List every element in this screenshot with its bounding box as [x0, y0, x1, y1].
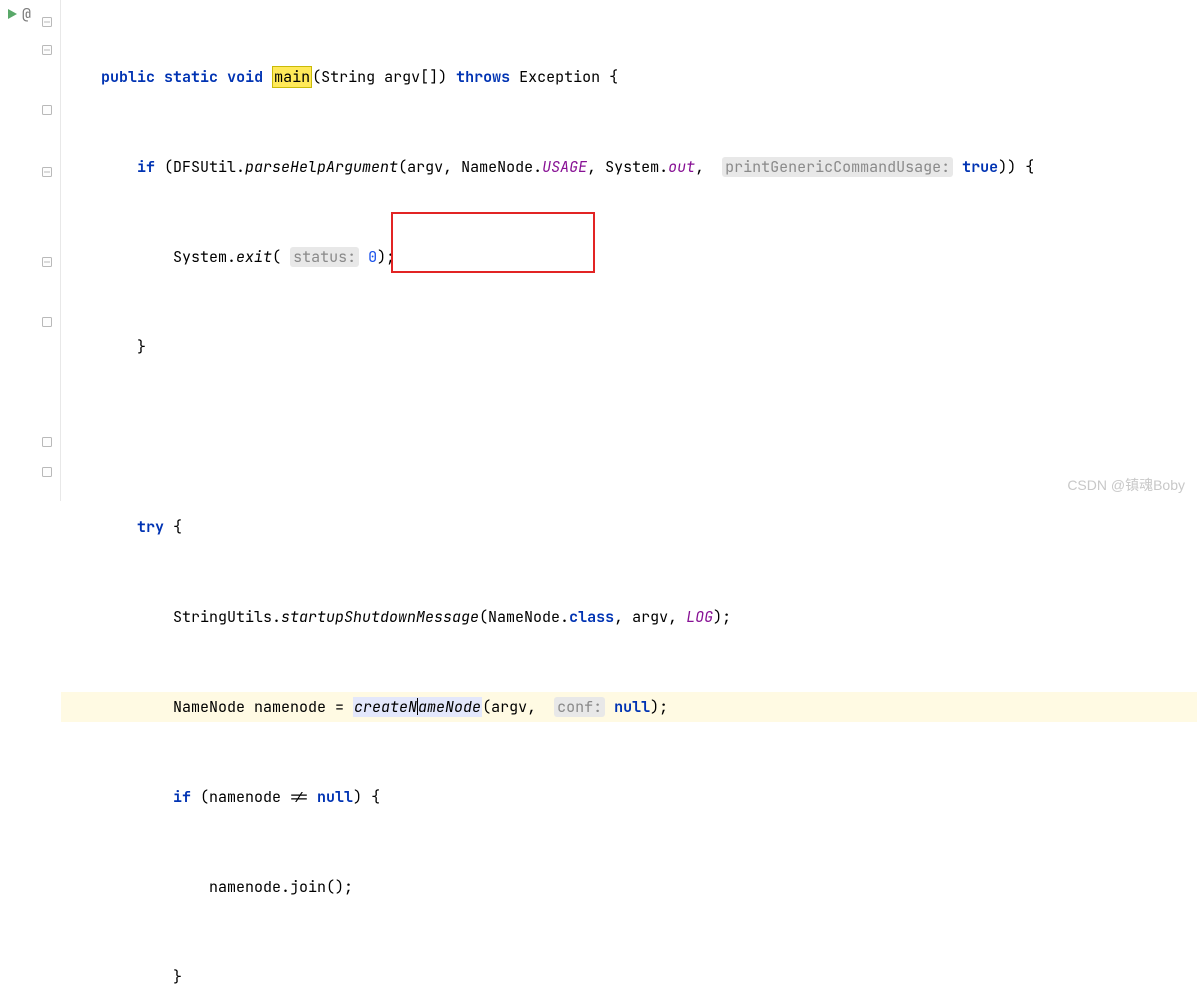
keyword: public: [101, 67, 155, 87]
keyword: throws: [456, 67, 510, 87]
fold-toggle-icon[interactable]: [42, 12, 56, 26]
brace: {: [164, 517, 182, 537]
text: (: [272, 247, 290, 267]
code-editor[interactable]: @ public static void main(String argv[])…: [0, 0, 1197, 501]
code-line[interactable]: public static void main(String argv[]) t…: [101, 62, 1197, 92]
text: )) {: [998, 157, 1034, 177]
keyword: try: [137, 517, 164, 537]
param-hint: status:: [290, 247, 359, 267]
code-line[interactable]: if (DFSUtil.parseHelpArgument(argv, Name…: [101, 152, 1197, 182]
text: System.: [173, 247, 236, 267]
text: Exception {: [510, 67, 618, 87]
gutter[interactable]: @: [0, 0, 61, 501]
watermark: CSDN @镇魂Boby: [1067, 475, 1185, 495]
text: , argv,: [614, 607, 686, 627]
code-line[interactable]: }: [101, 332, 1197, 362]
keyword: static: [164, 67, 218, 87]
code-area[interactable]: public static void main(String argv[]) t…: [61, 0, 1197, 501]
number: 0: [368, 247, 377, 267]
run-gutter-icon[interactable]: @: [6, 4, 31, 24]
code-line[interactable]: [101, 422, 1197, 452]
field-ref: out: [668, 157, 695, 177]
field-ref: LOG: [686, 607, 713, 627]
brace: }: [173, 967, 182, 987]
caret: [417, 698, 418, 715]
text: , System.: [587, 157, 668, 177]
text: );: [650, 697, 668, 717]
override-marker: @: [22, 4, 31, 24]
text: );: [377, 247, 395, 267]
brace: }: [137, 337, 146, 357]
text: ) {: [353, 787, 380, 807]
keyword: null: [614, 697, 650, 717]
method-call: exit: [236, 247, 272, 267]
param-hint: printGenericCommandUsage:: [722, 157, 953, 177]
method-call: startupShutdownMessage: [281, 607, 479, 627]
code-line-current[interactable]: NameNode namenode = createNameNode(argv,…: [61, 692, 1197, 722]
fold-end-icon[interactable]: [42, 100, 56, 114]
code-line[interactable]: if (namenode != null) {: [101, 782, 1197, 812]
keyword: null: [317, 787, 353, 807]
text: StringUtils.: [173, 607, 281, 627]
code-line[interactable]: namenode.join();: [101, 872, 1197, 902]
text: ,: [695, 157, 722, 177]
keyword: if: [173, 787, 191, 807]
text: namenode.join();: [209, 877, 353, 897]
text: (NameNode.: [479, 607, 569, 627]
text: (String argv[]): [312, 67, 456, 87]
text: (namenode !=: [191, 787, 317, 807]
method-call: parseHelpArgument: [245, 157, 398, 177]
fold-end-icon[interactable]: [42, 462, 56, 476]
fold-toggle-icon[interactable]: [42, 40, 56, 54]
keyword: class: [569, 607, 614, 627]
code-line[interactable]: }: [101, 962, 1197, 992]
code-line[interactable]: try {: [101, 512, 1197, 542]
code-line[interactable]: StringUtils.startupShutdownMessage(NameN…: [101, 602, 1197, 632]
field-ref: USAGE: [542, 157, 587, 177]
fold-toggle-icon[interactable]: [42, 162, 56, 176]
method-call: ameNode: [418, 697, 481, 717]
keyword: if: [137, 157, 155, 177]
fold-end-icon[interactable]: [42, 432, 56, 446]
text: (argv,: [482, 697, 554, 717]
code-line[interactable]: System.exit( status: 0);: [101, 242, 1197, 272]
selection: createNameNode: [353, 697, 482, 717]
text: NameNode namenode =: [173, 697, 353, 717]
fold-toggle-icon[interactable]: [42, 252, 56, 266]
param-hint: conf:: [554, 697, 605, 717]
fold-end-icon[interactable]: [42, 312, 56, 326]
method-main-highlight: main: [272, 66, 312, 88]
method-call: createN: [354, 697, 417, 717]
keyword: void: [227, 67, 263, 87]
text: );: [713, 607, 731, 627]
text: (DFSUtil.: [155, 157, 245, 177]
text: (argv, NameNode.: [398, 157, 542, 177]
keyword: true: [962, 157, 998, 177]
